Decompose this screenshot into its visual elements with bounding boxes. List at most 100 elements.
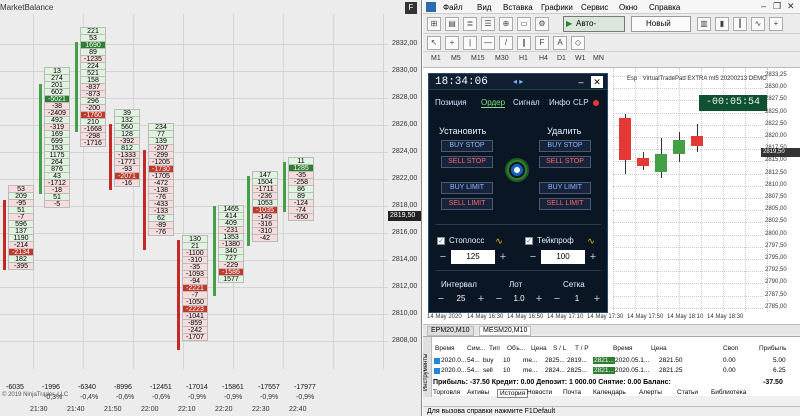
column-header[interactable]: Прибыль bbox=[759, 345, 787, 352]
minimize-icon[interactable]: – bbox=[761, 1, 766, 11]
takeprofit-checkbox[interactable]: ✓ bbox=[525, 237, 533, 245]
delete-buy-stop-button[interactable]: BUY STOP bbox=[539, 140, 591, 152]
menu-view[interactable]: Вид bbox=[477, 3, 491, 12]
menu-insert[interactable]: Вставка bbox=[503, 3, 533, 12]
horizontal-line-icon[interactable]: — bbox=[481, 36, 495, 50]
vertical-line-icon[interactable]: | bbox=[463, 36, 477, 50]
takeprofit-plus-button[interactable]: + bbox=[587, 250, 599, 264]
timeframe-mn[interactable]: MN bbox=[593, 55, 604, 62]
delete-buy-limit-button[interactable]: BUY LIMIT bbox=[539, 182, 591, 194]
new-chart-icon[interactable]: ⊞ bbox=[427, 17, 441, 31]
stoploss-mode-icon[interactable]: ∿ bbox=[493, 236, 505, 246]
market-watch-icon[interactable]: ≣ bbox=[463, 17, 477, 31]
cursor-icon[interactable]: ↖ bbox=[427, 36, 441, 50]
terminal-tab[interactable]: Торговля bbox=[433, 389, 460, 396]
tab-position[interactable]: Позиция bbox=[435, 98, 467, 107]
lot-plus-button[interactable]: + bbox=[533, 292, 545, 306]
panel-nav-arrows[interactable]: ◂ ▸ bbox=[513, 77, 523, 86]
close-icon[interactable]: ✕ bbox=[787, 1, 795, 12]
interval-plus-button[interactable]: + bbox=[475, 292, 487, 306]
column-header[interactable]: Время bbox=[435, 345, 455, 352]
stoploss-plus-button[interactable]: + bbox=[497, 250, 509, 264]
panel-close-icon[interactable]: ✕ bbox=[591, 76, 603, 88]
tab-info[interactable]: Инфо bbox=[549, 98, 570, 107]
equidistant-channel-icon[interactable]: ∥ bbox=[517, 36, 531, 50]
table-row[interactable]: 2020.0... 54... sell 10 me... 2824... 2825... 2… bbox=[423, 367, 800, 376]
zoom-in-icon[interactable]: + bbox=[769, 17, 783, 31]
terminal-tab[interactable]: Статьи bbox=[677, 389, 698, 396]
grid-value[interactable]: 1 bbox=[563, 292, 591, 306]
menu-charts[interactable]: Графики bbox=[541, 3, 573, 12]
chart-tab-mesm20[interactable]: MESM20,M10 bbox=[479, 326, 532, 336]
timeframe-h1[interactable]: H1 bbox=[519, 55, 528, 62]
timeframe-h4[interactable]: H4 bbox=[539, 55, 548, 62]
column-header[interactable]: Тип bbox=[489, 345, 500, 352]
bar-chart-icon[interactable]: ▮ bbox=[715, 17, 729, 31]
grid-minus-button[interactable]: − bbox=[551, 292, 563, 306]
terminal-icon[interactable]: ▭ bbox=[517, 17, 531, 31]
lot-minus-button[interactable]: − bbox=[493, 292, 505, 306]
trendline-icon[interactable]: / bbox=[499, 36, 513, 50]
column-header[interactable]: Объ... bbox=[507, 345, 525, 352]
column-header[interactable]: Цена bbox=[531, 345, 547, 352]
timeframe-m30[interactable]: M30 bbox=[495, 55, 509, 62]
terminal-tab[interactable]: История bbox=[497, 389, 529, 398]
stoploss-value[interactable]: 125 bbox=[451, 250, 495, 264]
data-window-icon[interactable]: ⊕ bbox=[499, 17, 513, 31]
candle-chart-icon[interactable]: ┃ bbox=[733, 17, 747, 31]
takeprofit-mode-icon[interactable]: ∿ bbox=[585, 236, 597, 246]
grid-plus-button[interactable]: + bbox=[591, 292, 603, 306]
install-sell-stop-button[interactable]: SELL STOP bbox=[441, 156, 493, 168]
menu-tools[interactable]: Сервис bbox=[581, 3, 608, 12]
takeprofit-value[interactable]: 100 bbox=[541, 250, 585, 264]
panel-minimize-icon[interactable]: – bbox=[575, 76, 587, 88]
menu-help[interactable]: Справка bbox=[649, 3, 680, 12]
menu-file[interactable]: Файл bbox=[443, 3, 463, 12]
crosshair-icon[interactable]: + bbox=[445, 36, 459, 50]
timeframe-m1[interactable]: M1 bbox=[431, 55, 441, 62]
column-header[interactable]: Время bbox=[613, 345, 633, 352]
terminal-tab[interactable]: Новости bbox=[527, 389, 552, 396]
line-chart-icon[interactable]: ∿ bbox=[751, 17, 765, 31]
takeprofit-minus-button[interactable]: − bbox=[527, 250, 539, 264]
delete-sell-limit-button[interactable]: SELL LIMIT bbox=[539, 198, 591, 210]
terminal-tab[interactable]: Библиотека bbox=[711, 389, 746, 396]
fibonacci-icon[interactable]: F bbox=[535, 36, 549, 50]
stoploss-minus-button[interactable]: − bbox=[437, 250, 449, 264]
timeframe-m5[interactable]: M5 bbox=[451, 55, 461, 62]
depth-of-market-icon[interactable]: ▥ bbox=[697, 17, 711, 31]
target-icon[interactable] bbox=[505, 158, 529, 182]
column-header[interactable]: Сим... bbox=[467, 345, 485, 352]
tab-clp[interactable]: CLP bbox=[573, 98, 589, 107]
menu-window[interactable]: Окно bbox=[619, 3, 638, 12]
terminal-tab[interactable]: Почта bbox=[563, 389, 581, 396]
install-sell-limit-button[interactable]: SELL LIMIT bbox=[441, 198, 493, 210]
timeframe-m15[interactable]: M15 bbox=[471, 55, 485, 62]
column-header[interactable]: T / P bbox=[575, 345, 589, 352]
terminal-tab[interactable]: Активы bbox=[467, 389, 489, 396]
terminal-tab[interactable]: Календарь bbox=[593, 389, 626, 396]
navigator-icon[interactable]: ☰ bbox=[481, 17, 495, 31]
table-row[interactable]: 2020.0... 54... buy 10 me... 2825... 2819... 28… bbox=[423, 357, 800, 366]
tab-signal[interactable]: Сигнал bbox=[513, 98, 540, 107]
interval-minus-button[interactable]: − bbox=[435, 292, 447, 306]
text-icon[interactable]: A bbox=[553, 36, 567, 50]
timeframe-d1[interactable]: D1 bbox=[557, 55, 566, 62]
new-order-button[interactable]: Новый ордер bbox=[631, 16, 691, 42]
tab-order[interactable]: Ордер bbox=[481, 98, 506, 108]
lot-value[interactable]: 1.0 bbox=[505, 292, 533, 306]
profiles-icon[interactable]: ▤ bbox=[445, 17, 459, 31]
column-header[interactable]: Своп bbox=[723, 345, 738, 352]
shapes-icon[interactable]: ◇ bbox=[571, 36, 585, 50]
column-header[interactable]: Цена bbox=[651, 345, 667, 352]
strategy-tester-icon[interactable]: ⚙ bbox=[535, 17, 549, 31]
delete-sell-stop-button[interactable]: SELL STOP bbox=[539, 156, 591, 168]
restore-icon[interactable]: ❐ bbox=[773, 1, 781, 12]
interval-value[interactable]: 25 bbox=[447, 292, 475, 306]
column-header[interactable]: S / L bbox=[553, 345, 566, 352]
auto-trading-button[interactable]: Авто-торговля bbox=[563, 16, 625, 42]
chart-tab-epm20[interactable]: EPM20,M10 bbox=[427, 326, 474, 336]
install-buy-limit-button[interactable]: BUY LIMIT bbox=[441, 182, 493, 194]
timeframe-w1[interactable]: W1 bbox=[575, 55, 586, 62]
terminal-tab[interactable]: Алерты bbox=[639, 389, 662, 396]
